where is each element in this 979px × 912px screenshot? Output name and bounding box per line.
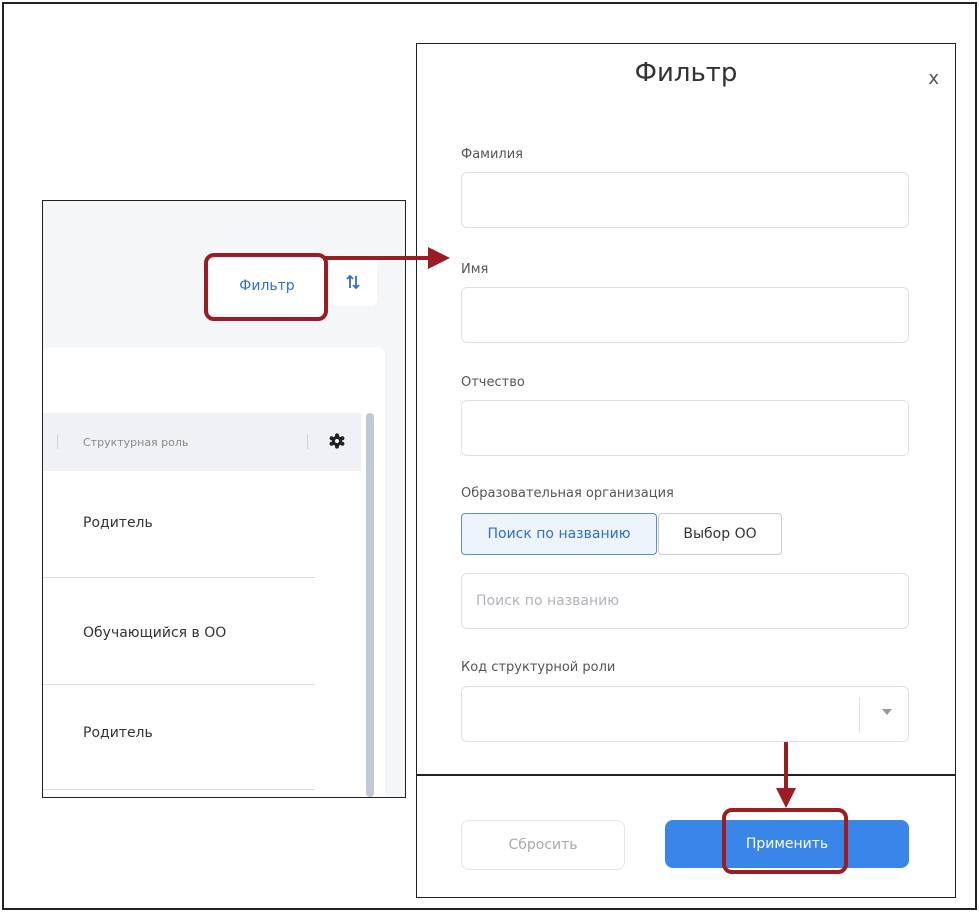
org-label: Образовательная организация bbox=[461, 486, 674, 501]
modal-title: Фильтр bbox=[634, 58, 738, 88]
row-divider bbox=[43, 789, 315, 790]
tab-select-org[interactable]: Выбор ОО bbox=[658, 513, 782, 555]
arrow-down-icon bbox=[776, 788, 796, 808]
patronymic-label: Отчество bbox=[461, 375, 525, 390]
close-icon[interactable]: x bbox=[928, 68, 939, 89]
org-search-input[interactable]: Поиск по названию bbox=[461, 573, 909, 629]
first-name-label: Имя bbox=[461, 262, 489, 277]
table-row-role[interactable]: Родитель bbox=[83, 515, 153, 531]
select-divider bbox=[859, 697, 860, 733]
tab-search-by-name[interactable]: Поиск по названию bbox=[461, 513, 657, 555]
chevron-down-icon[interactable] bbox=[882, 709, 892, 715]
org-search-placeholder: Поиск по названию bbox=[476, 593, 620, 609]
apply-button-highlight bbox=[722, 808, 848, 874]
table-row-role[interactable]: Обучающийся в ОО bbox=[83, 625, 226, 641]
settings-gear-icon[interactable] bbox=[329, 433, 345, 449]
column-separator bbox=[307, 435, 308, 449]
row-divider bbox=[43, 684, 315, 685]
first-name-field[interactable] bbox=[461, 287, 909, 343]
filter-modal: Фильтр x Фамилия Имя Отчество Образовате… bbox=[416, 43, 956, 898]
table-scrollbar[interactable] bbox=[366, 413, 374, 797]
row-divider bbox=[43, 577, 315, 578]
last-name-label: Фамилия bbox=[461, 147, 523, 162]
sort-icon bbox=[346, 274, 360, 290]
role-code-label: Код структурной роли bbox=[461, 660, 616, 675]
reset-button[interactable]: Сбросить bbox=[461, 820, 625, 870]
column-header-structural-role[interactable]: Структурная роль bbox=[83, 436, 188, 449]
footer-divider bbox=[417, 774, 955, 776]
column-separator bbox=[57, 435, 58, 449]
arrow-right-line bbox=[325, 256, 433, 260]
table-header-row: Структурная роль bbox=[43, 413, 361, 471]
table-row-role[interactable]: Родитель bbox=[83, 725, 153, 741]
users-table: Структурная роль Родитель Обучающийся в … bbox=[43, 347, 385, 797]
arrow-down-line bbox=[784, 742, 788, 792]
patronymic-field[interactable] bbox=[461, 400, 909, 456]
last-name-field[interactable] bbox=[461, 172, 909, 228]
sort-button[interactable] bbox=[329, 258, 377, 306]
role-code-select[interactable] bbox=[461, 686, 909, 742]
filter-button-highlight bbox=[204, 253, 328, 321]
arrow-right-icon bbox=[428, 247, 450, 269]
